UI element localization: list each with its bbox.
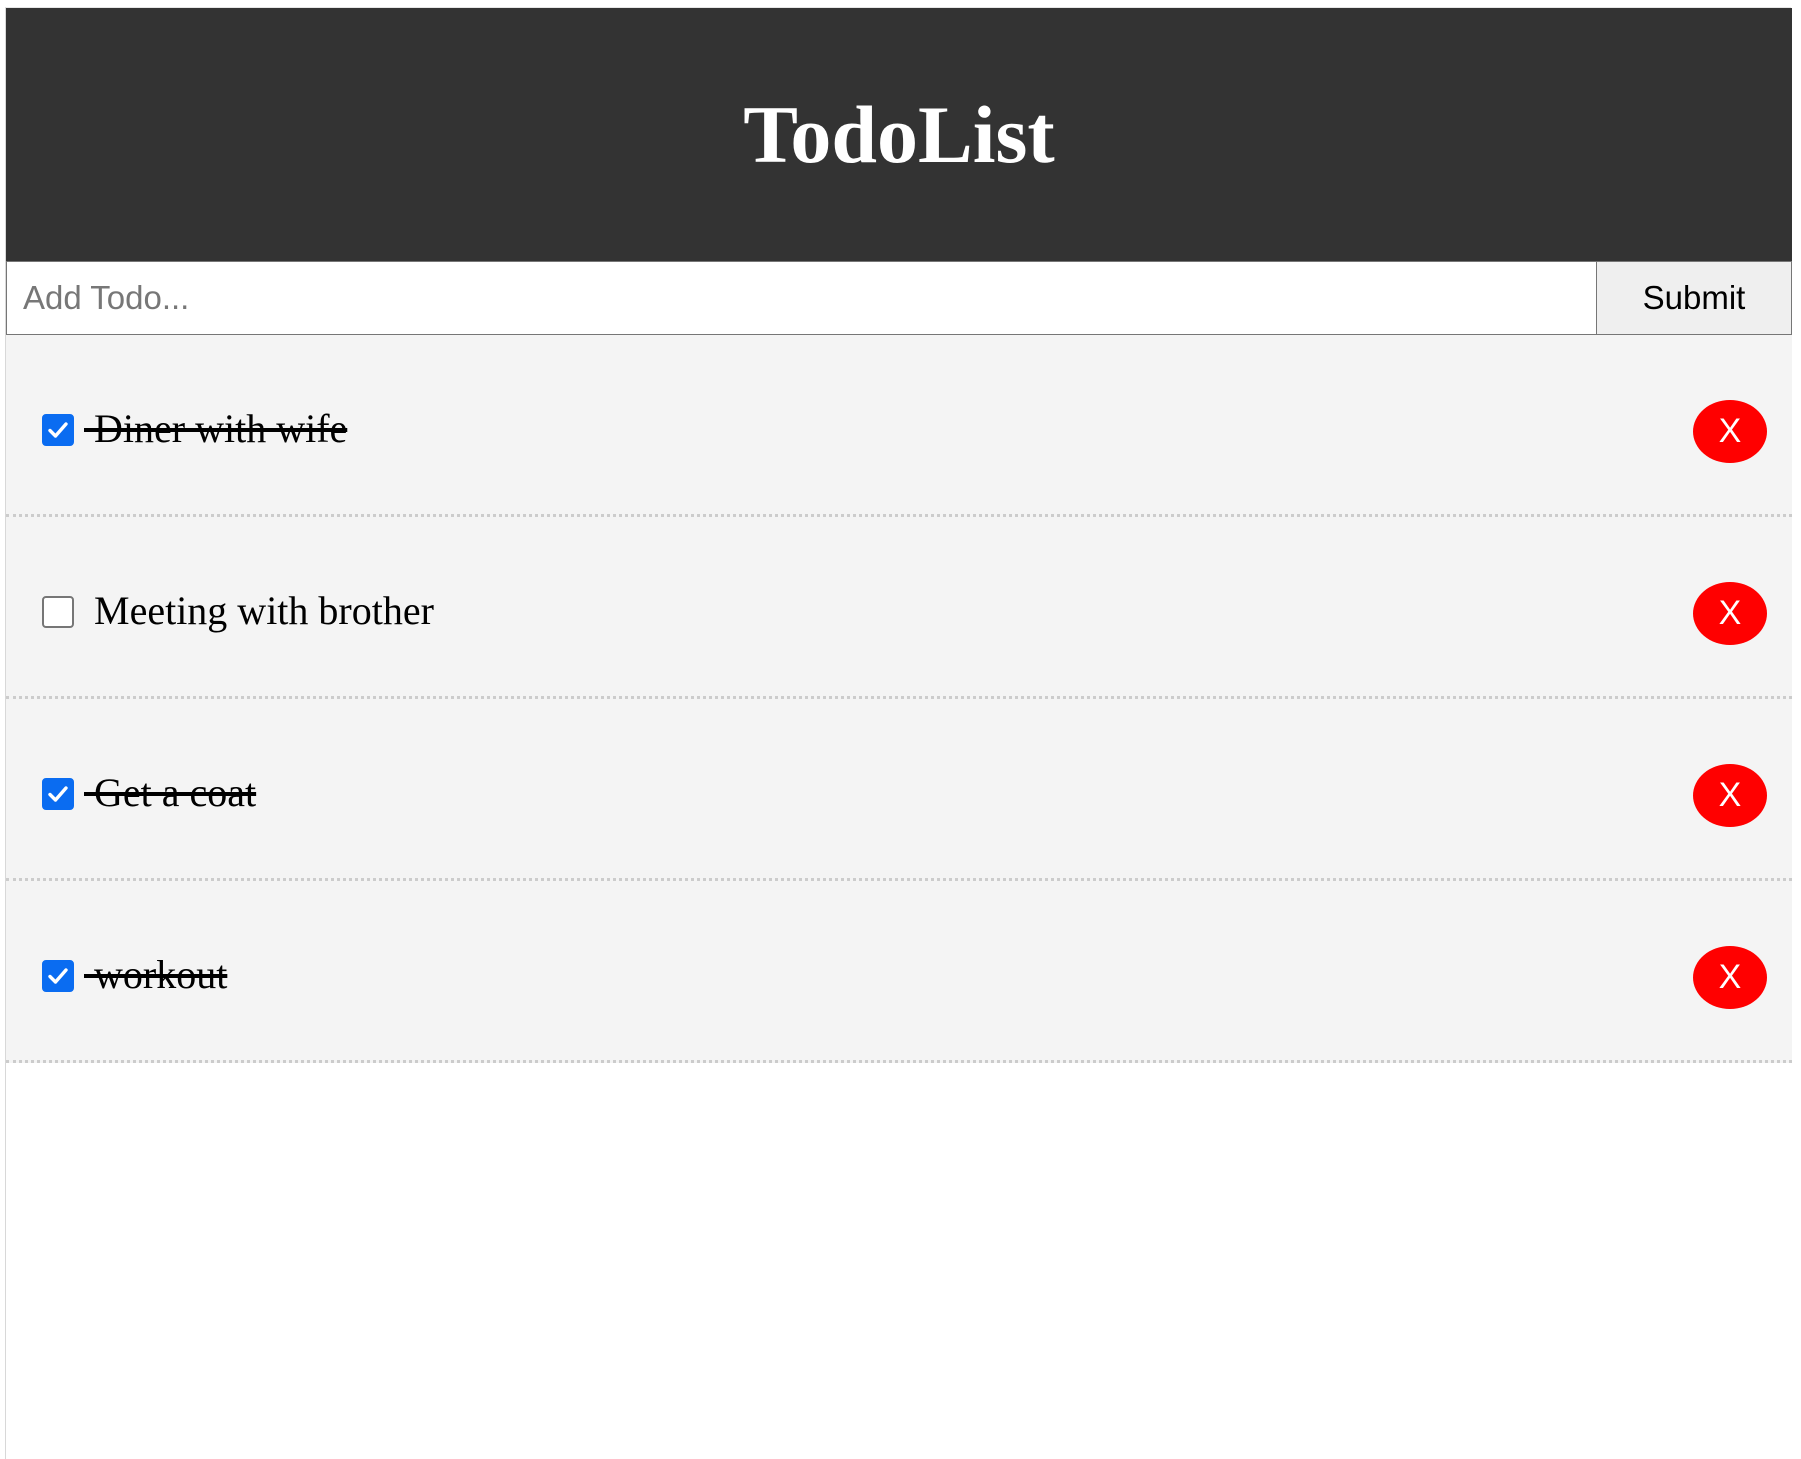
todo-text: Get a coat xyxy=(84,770,257,815)
delete-button[interactable]: X xyxy=(1693,946,1767,1009)
app-header: TodoList xyxy=(6,8,1792,261)
checkmark-icon xyxy=(48,422,68,438)
add-todo-form: Submit xyxy=(6,261,1792,335)
add-todo-input[interactable] xyxy=(6,261,1597,335)
delete-button[interactable]: X xyxy=(1693,764,1767,827)
todo-text: Meeting with brother xyxy=(84,588,434,633)
todo-checkbox[interactable] xyxy=(42,960,74,992)
todo-item: Get a coat X xyxy=(6,699,1792,881)
app-frame: TodoList Submit Diner with wife X Meetin… xyxy=(5,7,1792,1459)
todo-item: workout X xyxy=(6,881,1792,1063)
todo-checkbox[interactable] xyxy=(42,596,74,628)
submit-button[interactable]: Submit xyxy=(1597,261,1792,335)
todo-text: Diner with wife xyxy=(84,406,348,451)
checkmark-icon xyxy=(48,968,68,984)
app-title: TodoList xyxy=(743,88,1055,180)
todo-item: Diner with wife X xyxy=(6,335,1792,517)
delete-button[interactable]: X xyxy=(1693,582,1767,645)
todo-checkbox[interactable] xyxy=(42,778,74,810)
todo-checkbox[interactable] xyxy=(42,414,74,446)
todo-text: workout xyxy=(84,952,228,997)
todo-list: Diner with wife X Meeting with brother X… xyxy=(6,335,1792,1063)
todo-item: Meeting with brother X xyxy=(6,517,1792,699)
checkmark-icon xyxy=(48,786,68,802)
delete-button[interactable]: X xyxy=(1693,400,1767,463)
